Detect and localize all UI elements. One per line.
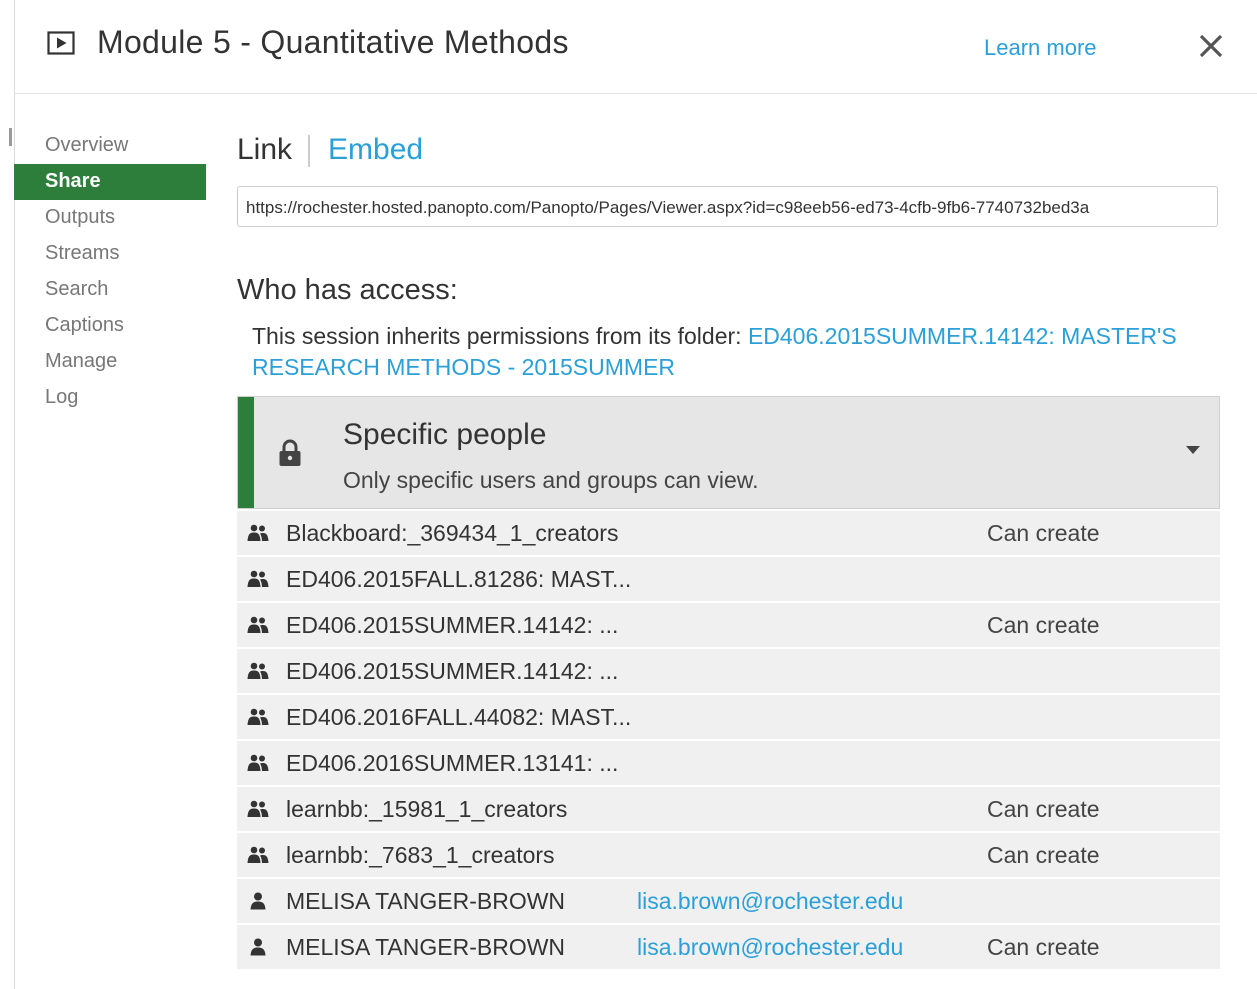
group-icon: [247, 708, 269, 725]
access-level-stripe: [238, 397, 254, 508]
sidebar-nav: Overview Share Outputs Streams Search Ca…: [14, 128, 206, 416]
sidebar-item-log[interactable]: Log: [14, 380, 206, 416]
inherit-text: This session inherits permissions from i…: [252, 323, 748, 349]
access-row[interactable]: learnbb:_7683_1_creators Can create: [237, 833, 1220, 879]
group-icon: [247, 846, 269, 863]
group-icon: [247, 754, 269, 771]
inherit-notice: This session inherits permissions from i…: [252, 321, 1212, 383]
tab-divider: [308, 135, 311, 168]
entry-name: learnbb:_15981_1_creators: [286, 796, 568, 822]
sidebar-item-manage[interactable]: Manage: [14, 344, 206, 380]
edge-marker: [9, 128, 12, 146]
sidebar-item-captions[interactable]: Captions: [14, 308, 206, 344]
group-icon: [247, 800, 269, 817]
permission-label[interactable]: Can create: [987, 603, 1100, 647]
entry-name: ED406.2016FALL.44082: MAST...: [286, 704, 632, 730]
access-row[interactable]: ED406.2015SUMMER.14142: ... Can create: [237, 603, 1220, 649]
group-icon: [247, 616, 269, 633]
sidebar-item-overview[interactable]: Overview: [14, 128, 206, 164]
access-row[interactable]: ED406.2016SUMMER.13141: ...: [237, 741, 1220, 787]
access-level-description: Only specific users and groups can view.: [343, 467, 759, 493]
page-title: Module 5 - Quantitative Methods: [97, 24, 569, 60]
access-level-title: Specific people: [343, 418, 547, 451]
sidebar-item-share[interactable]: Share: [14, 164, 206, 200]
sidebar-item-outputs[interactable]: Outputs: [14, 200, 206, 236]
access-list: Blackboard:_369434_1_creators Can create…: [237, 511, 1220, 971]
who-has-access-heading: Who has access:: [237, 274, 458, 306]
permission-label[interactable]: Can create: [987, 787, 1100, 831]
access-row[interactable]: ED406.2015SUMMER.14142: ...: [237, 649, 1220, 695]
access-row[interactable]: learnbb:_15981_1_creators Can create: [237, 787, 1220, 833]
permission-label[interactable]: Can create: [987, 511, 1100, 555]
learn-more-link[interactable]: Learn more: [984, 35, 1097, 61]
tab-embed[interactable]: Embed: [328, 133, 423, 166]
tab-link[interactable]: Link: [237, 133, 292, 166]
close-icon[interactable]: [1198, 32, 1224, 60]
entry-name: Blackboard:_369434_1_creators: [286, 520, 619, 546]
lock-icon: [279, 439, 301, 466]
access-row[interactable]: MELISA TANGER-BROWN lisa.brown@rochester…: [237, 879, 1220, 925]
access-row[interactable]: ED406.2015FALL.81286: MAST...: [237, 557, 1220, 603]
user-icon: [250, 938, 266, 956]
access-row[interactable]: MELISA TANGER-BROWN lisa.brown@rochester…: [237, 925, 1220, 971]
entry-email-link[interactable]: lisa.brown@rochester.edu: [637, 879, 903, 923]
permission-label[interactable]: Can create: [987, 925, 1100, 969]
access-level-dropdown[interactable]: Specific people Only specific users and …: [237, 396, 1220, 509]
entry-name: MELISA TANGER-BROWN: [286, 888, 566, 914]
sidebar-item-streams[interactable]: Streams: [14, 236, 206, 272]
entry-name: MELISA TANGER-BROWN: [286, 934, 566, 960]
chevron-down-icon: [1186, 446, 1200, 454]
group-icon: [247, 570, 269, 587]
entry-name: ED406.2015FALL.81286: MAST...: [286, 566, 632, 592]
entry-name: learnbb:_7683_1_creators: [286, 842, 555, 868]
access-row[interactable]: ED406.2016FALL.44082: MAST...: [237, 695, 1220, 741]
entry-name: ED406.2015SUMMER.14142: ...: [286, 612, 619, 638]
dialog-header: Module 5 - Quantitative Methods Learn mo…: [14, 0, 1257, 94]
play-icon: [47, 31, 75, 55]
entry-name: ED406.2016SUMMER.13141: ...: [286, 750, 619, 776]
entry-email-link[interactable]: lisa.brown@rochester.edu: [637, 925, 903, 969]
left-edge-bar: [0, 0, 15, 989]
group-icon: [247, 524, 269, 541]
user-icon: [250, 892, 266, 910]
entry-name: ED406.2015SUMMER.14142: ...: [286, 658, 619, 684]
access-row[interactable]: Blackboard:_369434_1_creators Can create: [237, 511, 1220, 557]
permission-label[interactable]: Can create: [987, 833, 1100, 877]
share-tabs: Link Embed: [237, 133, 423, 168]
sidebar-item-search[interactable]: Search: [14, 272, 206, 308]
share-url-field[interactable]: https://rochester.hosted.panopto.com/Pan…: [237, 186, 1218, 227]
group-icon: [247, 662, 269, 679]
